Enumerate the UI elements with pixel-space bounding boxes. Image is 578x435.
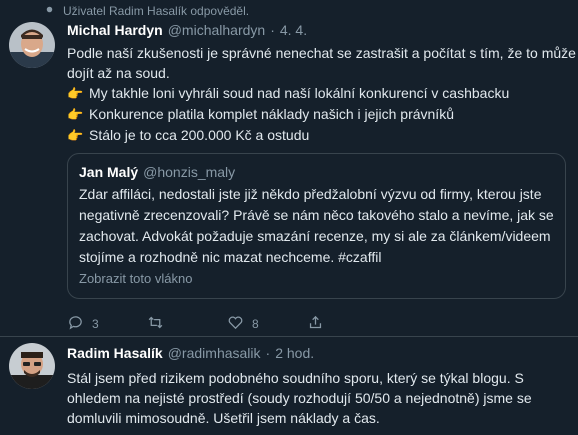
tweet2-header: Radim Hasalík @radimhasalik · 2 hod.: [67, 345, 314, 361]
separator-dot: ·: [265, 345, 271, 361]
retweet-small-icon: [44, 4, 55, 18]
quoted-author-handle: @honzis_maly: [143, 164, 236, 180]
show-thread-link[interactable]: Zobrazit toto vlákno: [79, 271, 192, 286]
reply-button[interactable]: 3: [67, 314, 147, 334]
tweet1-timestamp[interactable]: 4. 4.: [280, 22, 307, 38]
retweet-icon: [147, 314, 164, 334]
pointing-finger-icon: 👉: [67, 128, 84, 143]
share-icon: [307, 314, 324, 334]
quoted-tweet-text: Zdar affiláci, nedostali jste již někdo …: [79, 186, 554, 265]
quoted-tweet[interactable]: Jan Malý @honzis_maly Zdar affiláci, ned…: [67, 153, 566, 299]
tweet1-line: dojít až na soud.: [67, 65, 170, 81]
tweet-divider: [0, 336, 578, 337]
tweet1-line: Podle naší zkušenosti je správné nenecha…: [67, 45, 576, 61]
tweet1-bullet: 👉 Konkurence platila komplet náklady naši…: [67, 104, 567, 125]
tweet2-author-name[interactable]: Radim Hasalík: [67, 345, 163, 361]
tweet1-actions: 3 8: [67, 314, 387, 334]
tweet1-author-handle[interactable]: @michalhardyn: [168, 22, 265, 38]
avatar-michal[interactable]: [9, 22, 55, 68]
tweet2-text: Stál jsem před rizikem podobného soudníh…: [67, 370, 532, 426]
tweet1-header: Michal Hardyn @michalhardyn · 4. 4.: [67, 22, 307, 38]
tweet2-timestamp[interactable]: 2 hod.: [275, 345, 314, 361]
retweet-button[interactable]: [147, 314, 227, 334]
tweet1-author-name[interactable]: Michal Hardyn: [67, 22, 163, 38]
replied-text: Uživatel Radim Hasalík odpověděl.: [63, 4, 250, 18]
avatar-radim[interactable]: [9, 343, 55, 389]
like-count: 8: [252, 317, 259, 331]
tweet1-text: Podle naší zkušenosti je správné nenecha…: [67, 43, 576, 146]
reply-icon: [67, 314, 84, 334]
quoted-author-name: Jan Malý: [79, 164, 139, 180]
tweet1-bullet: 👉 Stálo je to cca 200.000 Kč a ostudu: [67, 125, 567, 146]
replied-indicator: Uživatel Radim Hasalík odpověděl.: [44, 4, 249, 18]
tweet2-author-handle[interactable]: @radimhasalik: [168, 345, 261, 361]
separator-dot: ·: [270, 22, 275, 38]
share-button[interactable]: [307, 314, 387, 334]
tweet1-bullet: 👉 My takhle loni vyhráli soud nad naší lo…: [67, 83, 567, 104]
tweet1-bullet-text: My takhle loni vyhráli soud nad naší lok…: [89, 85, 510, 101]
pointing-finger-icon: 👉: [67, 107, 84, 122]
like-button[interactable]: 8: [227, 314, 307, 334]
tweet1-bullet-text: Konkurence platila komplet náklady našic…: [89, 106, 454, 122]
tweet1-bullet-text: Stálo je to cca 200.000 Kč a ostudu: [89, 127, 310, 143]
reply-count: 3: [92, 317, 99, 331]
heart-icon: [227, 314, 244, 334]
quoted-tweet-header: Jan Malý @honzis_maly: [79, 164, 235, 180]
pointing-finger-icon: 👉: [67, 86, 84, 101]
